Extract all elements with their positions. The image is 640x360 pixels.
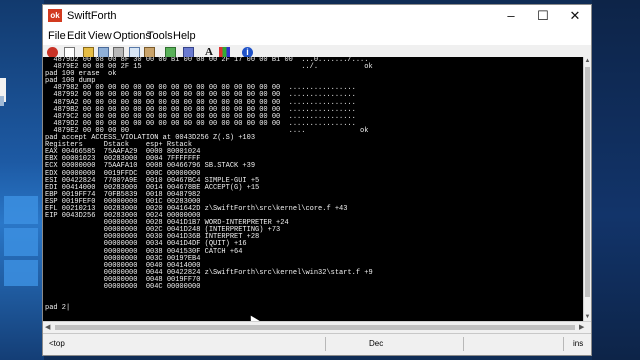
console-line: pad 2|	[45, 304, 71, 313]
window-title: SwiftForth	[67, 10, 117, 22]
desktop-background-left	[0, 0, 44, 360]
mouse-pointer-icon	[246, 313, 260, 321]
desktop-window-edge	[0, 96, 4, 106]
status-divider	[325, 337, 326, 351]
windows-logo-pane	[4, 196, 38, 224]
scroll-left-icon[interactable]: ◀	[45, 323, 50, 331]
menu-view[interactable]: View	[88, 29, 112, 43]
maximize-button[interactable]: ☐	[527, 5, 559, 27]
horizontal-scroll-thumb[interactable]	[55, 325, 575, 330]
menu-edit[interactable]: Edit	[67, 29, 86, 43]
console-output[interactable]: 4879D2 00 08 00 8F 30 00 00 B1 00 08 00 …	[43, 57, 583, 321]
console-text: 4879D2 00 08 00 8F 30 00 00 B1 00 08 00 …	[45, 57, 373, 312]
minimize-button[interactable]: –	[495, 5, 527, 27]
status-divider	[463, 337, 464, 351]
status-bar: <top Dec ins	[43, 333, 591, 355]
horizontal-scrollbar[interactable]: ◀ ▶	[43, 321, 591, 333]
vertical-scroll-thumb[interactable]	[585, 67, 590, 297]
scroll-up-icon[interactable]: ▲	[584, 58, 591, 64]
vertical-scrollbar[interactable]: ▲ ▼	[583, 57, 591, 321]
close-button[interactable]: ✕	[559, 5, 591, 27]
status-insert-mode: ins	[573, 339, 584, 348]
windows-logo-pane	[4, 228, 38, 256]
scroll-down-icon[interactable]: ▼	[584, 314, 591, 320]
menu-options[interactable]: Options	[113, 29, 151, 43]
scroll-right-icon[interactable]: ▶	[579, 323, 584, 331]
swiftforth-window: ok SwiftForth – ☐ ✕ File Edit View Optio…	[42, 4, 592, 356]
status-position: <top	[49, 339, 65, 348]
menu-help[interactable]: Help	[173, 29, 196, 43]
status-number-base: Dec	[369, 339, 384, 348]
menu-bar: File Edit View Options Tools Help	[43, 27, 591, 45]
menu-file[interactable]: File	[48, 29, 66, 43]
menu-tools[interactable]: Tools	[147, 29, 173, 43]
desktop-background-right	[592, 0, 640, 360]
title-bar[interactable]: ok SwiftForth – ☐ ✕	[43, 5, 591, 27]
console-line: 00000000 004C 00000000	[45, 283, 201, 291]
app-icon[interactable]: ok	[48, 9, 62, 22]
status-divider	[563, 337, 564, 351]
windows-logo-pane	[4, 260, 38, 286]
